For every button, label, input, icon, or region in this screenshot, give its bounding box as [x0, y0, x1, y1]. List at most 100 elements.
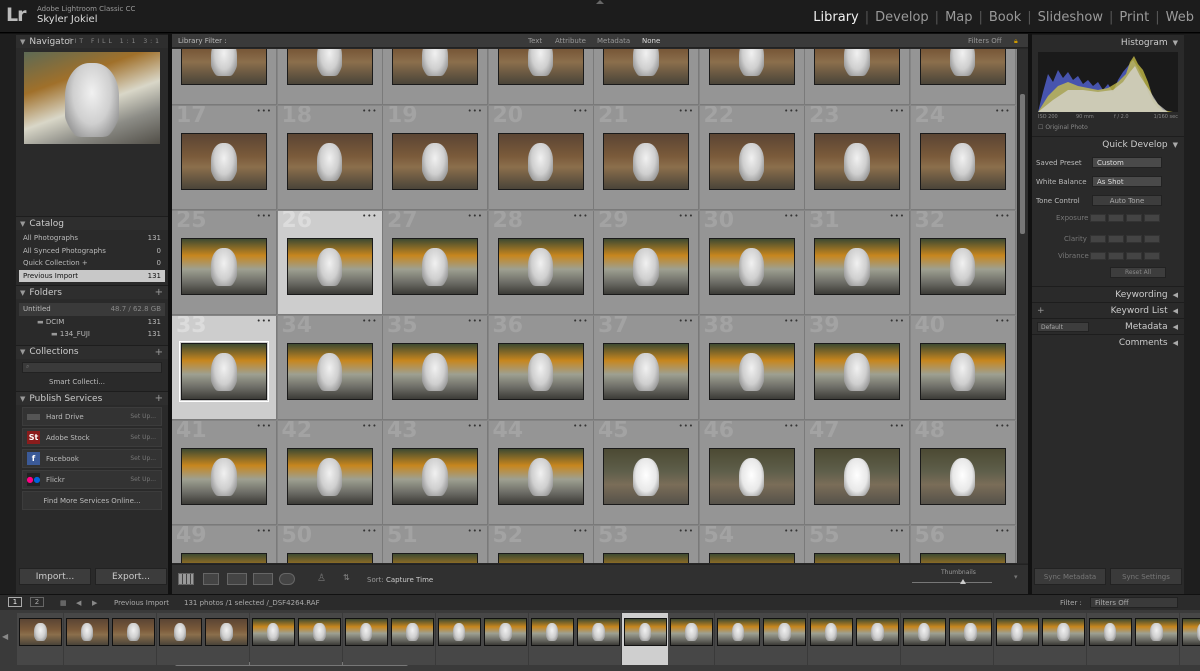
grid-cell[interactable]: 53 ••• — [594, 526, 699, 563]
grid-cell[interactable]: 41 ••• — [172, 421, 277, 525]
folder-item-134-fuji[interactable]: ▬ 134_FUJI 131 — [19, 328, 165, 341]
grid-cell[interactable]: 38 ••• — [699, 316, 805, 420]
grid-cell[interactable]: 21 ••• — [594, 106, 699, 210]
add-collection-icon[interactable]: + — [155, 347, 163, 358]
collection-item[interactable]: Smart Collecti... — [19, 376, 165, 389]
export-button[interactable]: Export... — [95, 568, 167, 585]
photo-thumbnail[interactable] — [286, 553, 373, 563]
photo-thumbnail[interactable] — [286, 133, 373, 190]
module-library[interactable]: Library — [807, 10, 864, 25]
publish-facebook[interactable]: f Facebook Set Up... — [22, 449, 162, 468]
filmstrip-thumbnail[interactable] — [251, 618, 295, 646]
white-balance-dropdown[interactable]: As Shot — [1092, 176, 1162, 187]
filmstrip-thumbnail[interactable] — [158, 618, 202, 646]
module-book[interactable]: Book — [983, 10, 1027, 25]
grid-cell[interactable]: 31 ••• — [805, 211, 910, 315]
photo-thumbnail[interactable] — [603, 448, 689, 505]
grid-cell[interactable]: 50 ••• — [277, 526, 383, 563]
photo-thumbnail[interactable] — [603, 553, 689, 563]
navigator-preview[interactable] — [24, 52, 160, 144]
filmstrip-thumbnail[interactable] — [530, 618, 574, 646]
catalog-item[interactable]: All Photographs 131 — [19, 232, 165, 245]
photo-thumbnail[interactable] — [814, 553, 900, 563]
photo-thumbnail[interactable] — [392, 238, 478, 295]
back-arrow-icon[interactable]: ◀ — [76, 599, 81, 607]
grid-cell[interactable]: 27 ••• — [383, 211, 488, 315]
publish-hard-drive[interactable]: Hard Drive Set Up... — [22, 407, 162, 426]
volume-row[interactable]: Untitled 48.7 / 62.8 GB — [19, 303, 165, 316]
photo-thumbnail[interactable] — [392, 553, 478, 563]
photo-thumbnail[interactable] — [708, 553, 795, 563]
grid-cell[interactable]: 46 ••• — [699, 421, 805, 525]
selection-info[interactable]: 131 photos /1 selected /_DSF4264.RAF — [184, 599, 320, 607]
painter-icon[interactable]: ♙ — [317, 573, 326, 584]
filmstrip-thumbnail[interactable] — [995, 618, 1039, 646]
photo-thumbnail[interactable] — [392, 49, 478, 85]
photo-thumbnail[interactable] — [603, 49, 689, 85]
grid-cell[interactable]: 44 ••• — [488, 421, 594, 525]
photo-thumbnail[interactable] — [497, 448, 584, 505]
clarity-buttons[interactable] — [1090, 234, 1160, 243]
sync-settings-button[interactable]: Sync Settings — [1110, 568, 1182, 585]
catalog-item[interactable]: All Synced Photographs 0 — [19, 245, 165, 258]
filmstrip-thumbnail[interactable] — [577, 618, 620, 646]
photo-thumbnail[interactable] — [392, 343, 478, 400]
histogram-header[interactable]: Histogram ▼ — [1032, 34, 1184, 50]
lock-icon[interactable]: 🔒︎ — [1014, 37, 1018, 46]
grid-scrollbar[interactable] — [1018, 49, 1028, 563]
filmstrip-thumbnail[interactable] — [670, 618, 713, 646]
folders-header[interactable]: ▼ Folders + — [16, 285, 168, 299]
grid-cell[interactable]: 49 ••• — [172, 526, 277, 563]
grid-cell[interactable]: 20 ••• — [488, 106, 594, 210]
grid-cell[interactable]: 35 ••• — [383, 316, 488, 420]
photo-thumbnail[interactable] — [708, 238, 795, 295]
filmstrip-thumbnail[interactable] — [205, 618, 248, 646]
filmstrip-thumbnail[interactable] — [437, 618, 481, 646]
filmstrip-thumbnail[interactable] — [1088, 618, 1132, 646]
grid-cell[interactable]: 19 ••• — [383, 106, 488, 210]
filmstrip-thumbnail[interactable] — [1181, 618, 1200, 646]
photo-thumbnail[interactable] — [181, 553, 267, 563]
grid-cell[interactable]: 26 ••• — [277, 211, 383, 315]
photo-thumbnail[interactable] — [814, 238, 900, 295]
grid-cell[interactable] — [805, 49, 910, 105]
photo-thumbnail[interactable] — [814, 448, 900, 505]
grid-cell[interactable]: 18 ••• — [277, 106, 383, 210]
thumbnail-size-slider-handle[interactable] — [960, 579, 966, 584]
photo-thumbnail[interactable] — [603, 133, 689, 190]
photo-thumbnail[interactable] — [181, 448, 267, 505]
grid-cell[interactable]: 51 ••• — [383, 526, 488, 563]
filmstrip-filter-dropdown[interactable]: Filters Off — [1090, 597, 1178, 608]
reset-all-button[interactable]: Reset All — [1110, 267, 1166, 278]
filmstrip-thumbnail[interactable] — [344, 618, 388, 646]
module-slideshow[interactable]: Slideshow — [1032, 10, 1109, 25]
grid-cell[interactable]: 25 ••• — [172, 211, 277, 315]
add-publish-service-icon[interactable]: + — [155, 393, 163, 404]
grid-cell[interactable] — [594, 49, 699, 105]
grid-icon[interactable]: ▦ — [60, 599, 67, 607]
filmstrip-thumbnail[interactable] — [763, 618, 806, 646]
catalog-item[interactable]: Quick Collection + 0 — [19, 257, 165, 270]
secondary-window-button[interactable]: 2 — [30, 597, 44, 607]
grid-cell[interactable]: 43 ••• — [383, 421, 488, 525]
folder-item-dcim[interactable]: ▬ DCIM 131 — [19, 316, 165, 329]
photo-thumbnail[interactable] — [814, 343, 900, 400]
filmstrip-thumbnail[interactable] — [856, 618, 899, 646]
navigator-header[interactable]: ▼ Navigator FIT FILL 1:1 3:1 — [16, 34, 168, 48]
vibrance-buttons[interactable] — [1090, 251, 1160, 260]
navigator-zoom-options[interactable]: FIT FILL 1:1 3:1 — [68, 38, 162, 45]
photo-thumbnail[interactable] — [708, 49, 795, 85]
filmstrip-thumbnail[interactable] — [484, 618, 527, 646]
toolbar-options-icon[interactable]: ▾ — [1014, 573, 1018, 581]
keywording-header[interactable]: Keywording ◀ — [1032, 286, 1184, 302]
grid-cell[interactable]: 54 ••• — [699, 526, 805, 563]
filmstrip-thumbnail[interactable] — [902, 618, 946, 646]
original-photo-toggle[interactable]: ☐ Original Photo — [1038, 124, 1178, 136]
filter-attribute-tab[interactable]: Attribute — [555, 37, 586, 45]
grid-cell[interactable]: 48 ••• — [910, 421, 1016, 525]
filmstrip-thumbnail[interactable] — [298, 618, 341, 646]
photo-thumbnail[interactable] — [919, 238, 1006, 295]
grid-cell[interactable]: 47 ••• — [805, 421, 910, 525]
photo-thumbnail[interactable] — [392, 448, 478, 505]
filmstrip-thumbnail[interactable] — [19, 618, 62, 646]
